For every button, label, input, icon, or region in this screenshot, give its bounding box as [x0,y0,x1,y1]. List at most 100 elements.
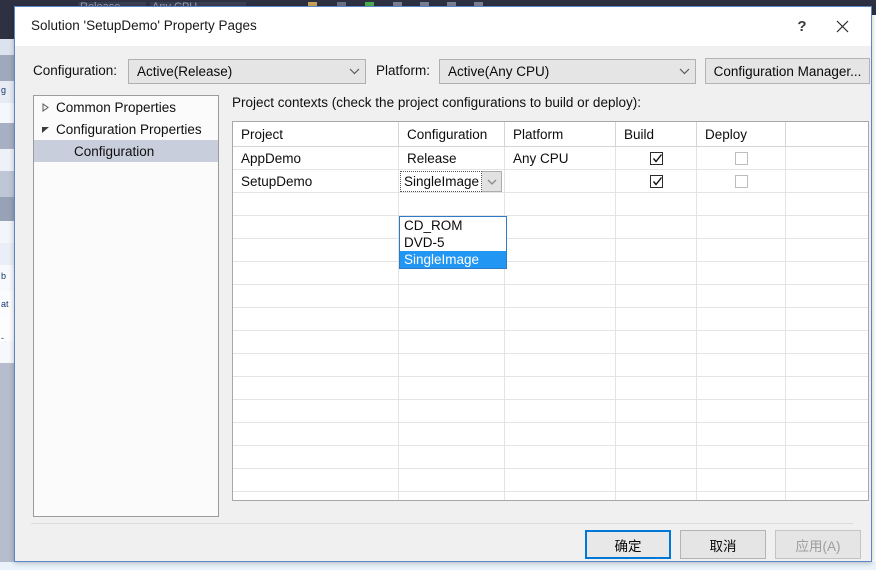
dropdown-option-dvd-5[interactable]: DVD-5 [400,234,506,251]
background-vs-editor-sliver: g b at - [0,15,14,570]
grid-empty-row[interactable] [233,400,868,423]
grid-empty-row[interactable] [233,262,868,285]
dialog-title: Solution 'SetupDemo' Property Pages [31,18,257,33]
grid-divider [696,423,697,446]
grid-empty-row[interactable] [233,308,868,331]
chevron-down-icon[interactable] [34,125,56,134]
grid-empty-row[interactable] [233,377,868,400]
grid-divider [696,285,697,308]
grid-divider [615,170,616,193]
configuration-cell-value: SingleImage [400,171,482,192]
grid-divider [785,331,786,354]
bg-band [0,15,14,39]
cell-deploy[interactable] [697,147,785,169]
cell-project: SetupDemo [241,173,313,189]
grid-divider [504,400,505,423]
grid-empty-row[interactable] [233,446,868,469]
grid-divider [785,216,786,239]
cell-build[interactable] [616,170,696,192]
grid-divider [696,446,697,469]
grid-divider [615,400,616,423]
grid-divider [785,354,786,377]
configuration-label: Configuration: [33,63,118,78]
project-contexts-label: Project contexts (check the project conf… [232,95,641,110]
build-checkbox[interactable] [649,151,663,165]
grid-divider [785,262,786,285]
grid-divider [615,122,616,147]
dropdown-option-cd-rom[interactable]: CD_ROM [400,217,506,234]
grid-empty-row[interactable] [233,423,868,446]
grid-divider [615,239,616,262]
grid-divider [504,423,505,446]
bg-band [0,39,14,55]
grid-divider [504,377,505,400]
grid-empty-row[interactable] [233,492,868,500]
chevron-right-icon[interactable] [34,102,56,112]
grid-divider [785,239,786,262]
check-icon [652,176,662,186]
grid-divider [615,492,616,500]
project-contexts-grid[interactable]: Project Configuration Platform Build Dep… [232,121,869,501]
cell-configuration[interactable]: SingleImage [399,170,504,192]
project-contexts-panel: Project contexts (check the project conf… [232,95,869,517]
grid-divider [696,331,697,354]
grid-divider [785,377,786,400]
table-row[interactable]: SetupDemo SingleImage [233,170,868,193]
grid-divider [785,469,786,492]
grid-empty-row[interactable] [233,469,868,492]
cell-platform[interactable]: Any CPU [505,147,615,169]
check-icon [652,153,662,163]
grid-empty-row[interactable] [233,216,868,239]
chevron-down-icon[interactable] [482,171,502,192]
grid-empty-row[interactable] [233,354,868,377]
tree-node-configuration[interactable]: Configuration [34,140,218,162]
bg-code-glyph: b [1,271,7,281]
tree-node-common-properties[interactable]: Common Properties [34,96,218,118]
cell-deploy[interactable] [697,170,785,192]
grid-divider [785,400,786,423]
cell-platform[interactable] [505,170,615,192]
deploy-checkbox[interactable] [734,151,748,165]
bg-band [0,171,14,197]
grid-divider [504,147,505,170]
bg-code-glyph: - [1,333,4,343]
properties-tree[interactable]: Common Properties Configuration Properti… [33,95,219,517]
configuration-dropdown-list[interactable]: CD_ROM DVD-5 SingleImage [399,216,507,269]
help-icon[interactable]: ? [785,11,819,41]
grid-empty-row[interactable] [233,331,868,354]
configuration-cell-combobox[interactable]: SingleImage [400,171,502,192]
cancel-button[interactable]: 取消 [680,530,766,559]
deploy-checkbox[interactable] [734,174,748,188]
grid-divider [615,216,616,239]
grid-divider [615,147,616,170]
cell-build[interactable] [616,147,696,169]
configuration-manager-button[interactable]: Configuration Manager... [705,58,870,84]
grid-empty-rows [233,193,868,500]
grid-empty-row[interactable] [233,193,868,216]
grid-divider [785,147,786,170]
apply-button: 应用(A) [775,530,861,559]
grid-divider [785,308,786,331]
grid-divider [504,285,505,308]
grid-divider [615,377,616,400]
close-icon[interactable] [825,11,859,41]
bg-band [0,221,14,243]
cell-configuration[interactable]: Release [399,147,504,169]
platform-select[interactable]: Active(Any CPU) [439,59,696,84]
grid-empty-row[interactable] [233,285,868,308]
dialog-titlebar: Solution 'SetupDemo' Property Pages ? [15,7,871,46]
ok-button[interactable]: 确定 [585,530,671,559]
grid-empty-row[interactable] [233,239,868,262]
table-row[interactable]: AppDemo Release Any CPU [233,147,868,170]
build-checkbox[interactable] [649,174,663,188]
grid-divider [504,446,505,469]
grid-divider [398,147,399,170]
dropdown-option-singleimage[interactable]: SingleImage [400,251,506,268]
chevron-down-icon [673,68,695,75]
tree-node-configuration-properties[interactable]: Configuration Properties [34,118,218,140]
grid-divider [398,193,399,216]
grid-divider [696,492,697,500]
configuration-select[interactable]: Active(Release) [128,59,366,84]
grid-divider [504,308,505,331]
background-status-bar [0,562,876,570]
